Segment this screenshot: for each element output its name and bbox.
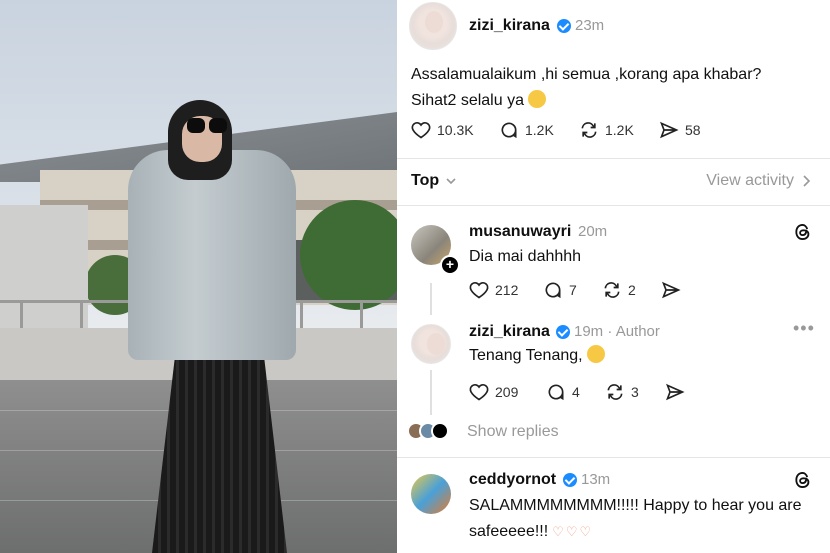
repost-count: 2 bbox=[628, 282, 636, 298]
reply-username[interactable]: ceddyornot bbox=[469, 471, 556, 489]
post-time: 23m bbox=[575, 17, 605, 34]
show-replies-button[interactable]: Show replies bbox=[407, 422, 607, 444]
reply-text: Tenang Tenang, bbox=[469, 343, 605, 369]
avatar[interactable] bbox=[409, 2, 457, 50]
comment-icon bbox=[548, 384, 564, 401]
reply-username[interactable]: musanuwayri bbox=[469, 223, 571, 241]
verified-icon bbox=[556, 325, 570, 339]
divider bbox=[397, 158, 830, 159]
laugh-emoji bbox=[586, 345, 605, 363]
like-button[interactable]: 10.3K bbox=[411, 120, 474, 140]
reply-button[interactable]: 4 bbox=[546, 382, 580, 402]
thread-panel: zizi_kirana 23m Assalamualaikum ,hi semu… bbox=[397, 0, 830, 553]
repost-count: 1.2K bbox=[605, 122, 634, 138]
repost-button[interactable]: 2 bbox=[602, 280, 636, 300]
post-photo[interactable] bbox=[0, 0, 397, 553]
heart-icon bbox=[411, 121, 431, 139]
author-tag: · Author bbox=[607, 323, 660, 340]
repost-icon bbox=[607, 384, 623, 400]
reply-time: 20m bbox=[578, 223, 608, 240]
repost-button[interactable]: 3 bbox=[605, 382, 639, 402]
share-icon bbox=[660, 121, 679, 139]
chevron-right-icon bbox=[803, 175, 811, 187]
reply-time: 19m · Author bbox=[574, 323, 660, 340]
repost-icon bbox=[581, 122, 597, 138]
reply-count: 1.2K bbox=[525, 122, 554, 138]
reply-text: SALAMMMMMMMM!!!!! Happy to hear you are … bbox=[469, 493, 824, 545]
post-text-line: Sihat2 selalu ya bbox=[411, 88, 826, 114]
post-text-line: Assalamualaikum ,hi semua ,korang apa kh… bbox=[411, 66, 762, 83]
reply-time: 13m bbox=[581, 471, 611, 488]
reply-button[interactable]: 1.2K bbox=[499, 120, 554, 140]
thread-line bbox=[430, 283, 432, 315]
share-count: 58 bbox=[685, 122, 701, 138]
repost-count: 3 bbox=[631, 384, 639, 400]
more-icon[interactable]: ••• bbox=[793, 318, 815, 339]
divider bbox=[397, 205, 830, 206]
like-count: 10.3K bbox=[437, 122, 474, 138]
heart-hands-emoji: ♡♡♡ bbox=[552, 524, 594, 539]
reply-time-value: 19m bbox=[574, 323, 604, 340]
like-count: 212 bbox=[495, 282, 519, 298]
share-icon bbox=[666, 383, 685, 401]
follow-plus-icon[interactable]: + bbox=[440, 255, 460, 275]
sort-dropdown[interactable]: Top bbox=[411, 172, 457, 190]
share-icon bbox=[662, 281, 681, 299]
avatar[interactable] bbox=[411, 324, 451, 364]
reply-count: 4 bbox=[572, 384, 580, 400]
reply-username[interactable]: zizi_kirana bbox=[469, 323, 550, 341]
share-button[interactable] bbox=[665, 382, 685, 402]
photo-person-jacket bbox=[128, 150, 296, 360]
share-button[interactable]: 58 bbox=[659, 120, 701, 140]
threads-icon[interactable] bbox=[793, 222, 813, 242]
avatar[interactable] bbox=[411, 474, 451, 514]
like-count: 209 bbox=[495, 384, 519, 400]
chevron-down-icon bbox=[446, 178, 456, 185]
show-replies-label: Show replies bbox=[467, 423, 559, 440]
reply-text-line: safeeeee!!! ♡♡♡ bbox=[469, 519, 824, 545]
post-text: Assalamualaikum ,hi semua ,korang apa kh… bbox=[411, 62, 826, 114]
sort-label: Top bbox=[411, 172, 440, 189]
heart-icon bbox=[469, 383, 489, 401]
avatar bbox=[431, 422, 449, 440]
verified-icon bbox=[563, 473, 577, 487]
verified-icon bbox=[557, 19, 571, 33]
reply-button[interactable]: 7 bbox=[543, 280, 577, 300]
post-username[interactable]: zizi_kirana bbox=[469, 17, 550, 35]
view-activity-label: View activity bbox=[706, 172, 794, 189]
reply-text: Dia mai dahhhh bbox=[469, 248, 582, 265]
divider bbox=[397, 457, 830, 458]
comment-icon bbox=[545, 282, 561, 299]
threads-icon[interactable] bbox=[793, 470, 813, 490]
view-activity-link[interactable]: View activity bbox=[706, 172, 812, 190]
reply-text-line: SALAMMMMMMMM!!!!! Happy to hear you are bbox=[469, 497, 802, 514]
heart-icon bbox=[469, 281, 489, 299]
comment-icon bbox=[501, 122, 517, 139]
share-button[interactable] bbox=[661, 280, 681, 300]
reply-count: 7 bbox=[569, 282, 577, 298]
like-button[interactable]: 209 bbox=[469, 382, 518, 402]
smile-emoji bbox=[527, 90, 546, 108]
repost-icon bbox=[604, 282, 620, 298]
repost-button[interactable]: 1.2K bbox=[579, 120, 634, 140]
like-button[interactable]: 212 bbox=[469, 280, 518, 300]
photo-sunglasses bbox=[187, 118, 229, 134]
thread-line bbox=[430, 370, 432, 415]
